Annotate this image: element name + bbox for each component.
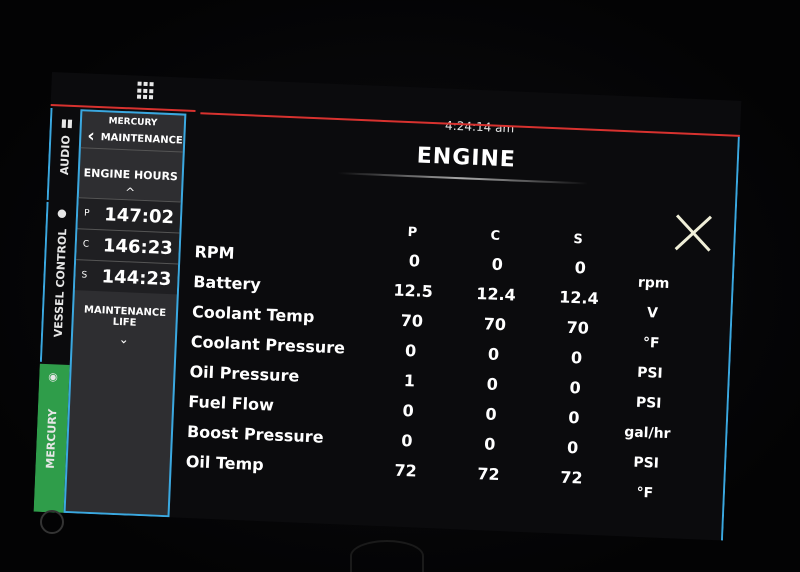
maintenance-life-item[interactable]: MAINTENANCE LIFE: [73, 304, 176, 330]
column-header-p: P: [407, 225, 418, 241]
value-p: 0: [404, 341, 417, 361]
value-s: 0: [569, 377, 582, 398]
value-s: 0: [566, 437, 579, 458]
unit-label: PSI: [635, 394, 662, 412]
value-s: 70: [566, 317, 590, 338]
hours-value: 146:23: [102, 234, 174, 259]
value-p: 70: [400, 310, 424, 331]
hours-row-s: S 144:23: [74, 259, 179, 295]
value-c: 70: [483, 314, 507, 335]
value-c: 0: [486, 374, 499, 394]
engine-hours-label: ENGINE HOURS: [83, 166, 179, 184]
row-label: Oil Pressure: [189, 362, 300, 386]
column-header-c: C: [490, 228, 501, 244]
unit-label: PSI: [633, 454, 660, 472]
value-s: 0: [568, 407, 580, 428]
tab-vessel-label: VESSEL CONTROL: [51, 227, 69, 338]
maintenance-menu: MERCURY ‹ MAINTENANCE ENGINE HOURS ^ P 1…: [63, 109, 187, 518]
chevron-down-icon[interactable]: ⌄: [73, 330, 175, 348]
title-divider: [337, 172, 588, 185]
value-p: 0: [408, 251, 421, 271]
back-label: MAINTENANCE: [100, 131, 183, 147]
close-icon[interactable]: [673, 212, 715, 254]
unit-label: °F: [642, 334, 660, 352]
audio-levels-icon: ▮▮: [60, 116, 74, 130]
value-c: 0: [483, 434, 496, 454]
hours-value: 147:02: [103, 203, 175, 228]
engine-panel: ENGINE P C S RPM 0 0 0 Battery 12.5 12.4…: [173, 113, 740, 541]
hours-key: P: [83, 208, 90, 219]
tab-audio-label: AUDIO: [58, 134, 73, 175]
unit-label: V: [646, 305, 659, 322]
row-label: RPM: [194, 242, 235, 263]
row-label: Battery: [192, 272, 262, 294]
tab-mercury-label: MERCURY: [43, 408, 60, 469]
value-p: 0: [402, 400, 415, 421]
hours-value: 144:23: [101, 265, 172, 290]
power-icon[interactable]: [40, 510, 64, 534]
boat-icon: ●: [56, 206, 67, 220]
display-screen: 4:24:14 am ▮▮ AUDIO ● VESSEL CONTROL ◉ M…: [33, 72, 742, 541]
mercury-logo-icon: ◉: [47, 370, 59, 384]
value-c: 0: [491, 254, 504, 275]
hours-row-c: C 146:23: [76, 228, 180, 264]
value-s: 12.4: [558, 287, 600, 309]
row-label: Coolant Pressure: [190, 332, 346, 358]
value-p: 12.5: [393, 280, 434, 302]
hours-row-p: P 147:02: [77, 197, 181, 233]
value-c: 12.4: [475, 283, 517, 305]
value-c: 72: [477, 464, 501, 485]
value-s: 0: [570, 347, 583, 368]
value-c: 0: [485, 404, 498, 424]
row-label: Boost Pressure: [186, 421, 324, 447]
value-s: 0: [574, 258, 587, 278]
unit-label: rpm: [637, 274, 670, 293]
row-label: Fuel Flow: [187, 392, 275, 415]
row-label: Oil Temp: [185, 451, 265, 475]
value-p: 72: [394, 460, 418, 481]
apps-grid-icon[interactable]: [136, 81, 156, 101]
chevron-left-icon: ‹: [86, 125, 96, 147]
unit-label: PSI: [636, 364, 664, 382]
unit-label: gal/hr: [623, 424, 671, 443]
row-label: Coolant Temp: [191, 302, 315, 327]
hours-key: S: [81, 270, 88, 281]
value-c: 0: [487, 344, 500, 364]
column-header-s: S: [573, 231, 584, 248]
value-s: 72: [559, 467, 583, 488]
value-p: 1: [403, 371, 416, 391]
page-title: ENGINE: [416, 143, 517, 173]
hours-key: C: [82, 239, 90, 250]
back-button[interactable]: ‹ MAINTENANCE: [80, 125, 184, 153]
brand-logo-icon: [350, 540, 424, 572]
value-p: 0: [400, 430, 413, 451]
unit-label: °F: [636, 484, 654, 502]
